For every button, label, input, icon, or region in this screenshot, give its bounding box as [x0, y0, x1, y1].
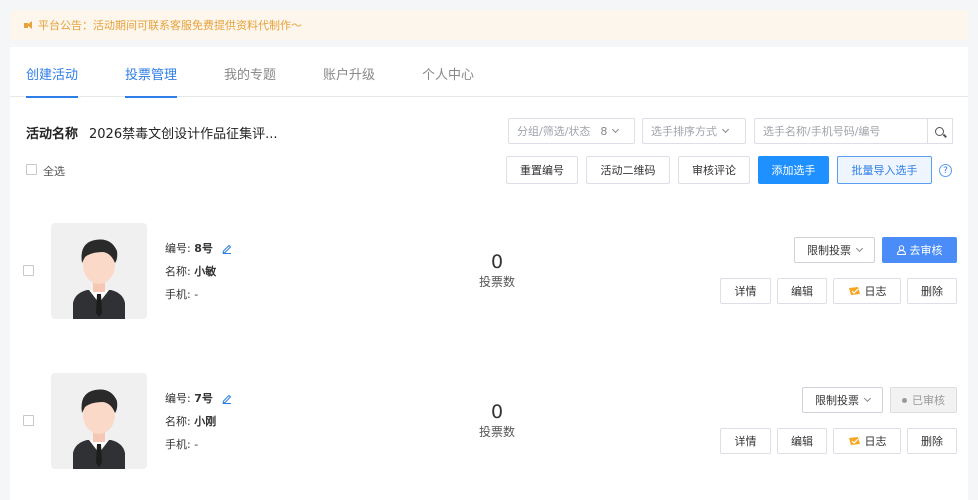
reset-number-button[interactable]: 重置编号	[506, 156, 578, 184]
search-input[interactable]: 选手名称/手机号码/编号	[754, 118, 928, 144]
limit-vote-dropdown[interactable]: 限制投票	[794, 237, 875, 263]
go-review-button[interactable]: 去审核	[882, 237, 957, 263]
player-info: 编号: 8号 名称: 小敏 手机: -	[165, 240, 232, 309]
tab-vote-management[interactable]: 投票管理	[125, 64, 178, 98]
sort-select[interactable]: 选手排序方式	[642, 118, 746, 144]
phone-label: 手机:	[165, 438, 191, 451]
player-number: 7号	[194, 392, 213, 405]
number-label: 编号:	[165, 242, 191, 255]
edit-pencil-icon[interactable]	[222, 244, 232, 254]
player-name: 小敏	[194, 265, 217, 278]
detail-button[interactable]: 详情	[720, 278, 771, 304]
edit-button[interactable]: 编辑	[777, 278, 827, 304]
log-label: 日志	[864, 285, 887, 298]
tab-personal-center[interactable]: 个人中心	[422, 64, 474, 97]
vote-count: 0 投票数	[457, 251, 537, 290]
group-filter-count: 8	[600, 124, 608, 138]
delete-button[interactable]: 删除	[907, 428, 957, 454]
help-icon[interactable]: ?	[939, 164, 952, 177]
player-checkbox[interactable]	[23, 265, 34, 276]
log-icon	[848, 287, 860, 295]
name-label: 名称:	[165, 265, 191, 278]
phone-label: 手机:	[165, 288, 191, 301]
avatar	[51, 373, 147, 469]
log-button[interactable]: 日志	[833, 278, 901, 304]
search-icon	[935, 126, 944, 136]
limit-vote-dropdown[interactable]: 限制投票	[802, 387, 883, 413]
detail-button[interactable]: 详情	[720, 428, 771, 454]
review-comments-button[interactable]: 审核评论	[678, 156, 750, 184]
announcement-text: 平台公告：活动期间可联系客服免费提供资料代制作～	[38, 19, 302, 32]
log-button[interactable]: 日志	[833, 428, 901, 454]
name-label: 名称:	[165, 415, 191, 428]
sort-label: 选手排序方式	[651, 125, 717, 138]
player-number: 8号	[194, 242, 213, 255]
chevron-down-icon	[863, 394, 872, 403]
chevron-down-icon	[612, 125, 620, 134]
limit-vote-label: 限制投票	[815, 394, 859, 407]
group-filter-select[interactable]: 分组/筛选/状态 8	[508, 118, 635, 144]
tab-bar: 创建活动 投票管理 我的专题 账户升级 个人中心	[10, 47, 968, 98]
speaker-icon	[24, 20, 34, 30]
announcement-bar: 平台公告：活动期间可联系客服免费提供资料代制作～	[10, 10, 968, 40]
activity-name-label: 活动名称	[26, 127, 79, 142]
group-filter-label: 分组/筛选/状态	[517, 125, 591, 138]
delete-button[interactable]: 删除	[907, 278, 957, 304]
review-label: 已审核	[912, 394, 945, 407]
player-checkbox[interactable]	[23, 415, 34, 426]
player-phone: -	[194, 288, 199, 301]
chevron-down-icon	[721, 125, 730, 134]
tab-create-activity[interactable]: 创建活动	[26, 64, 79, 98]
select-all-label: 全选	[43, 165, 65, 178]
status-dot-icon	[902, 397, 907, 403]
main-panel: 创建活动 投票管理 我的专题 账户升级 个人中心 活动名称 2026禁毒文创设计…	[10, 47, 968, 500]
select-all-checkbox[interactable]	[26, 164, 37, 175]
player-name: 小刚	[194, 415, 217, 428]
reviewed-badge: 已审核	[890, 387, 957, 413]
player-card: 编号: 8号 名称: 小敏 手机: - 0 投票数 限制投票 去审核 详情 编辑…	[10, 223, 968, 323]
edit-pencil-icon[interactable]	[222, 394, 232, 404]
tab-my-topics[interactable]: 我的专题	[224, 64, 276, 97]
number-label: 编号:	[165, 392, 191, 405]
log-label: 日志	[864, 435, 887, 448]
log-icon	[848, 437, 860, 445]
batch-import-button[interactable]: 批量导入选手	[837, 156, 932, 184]
tab-account-upgrade[interactable]: 账户升级	[323, 64, 375, 97]
search-placeholder: 选手名称/手机号码/编号	[763, 125, 881, 138]
user-icon	[896, 245, 906, 255]
edit-button[interactable]: 编辑	[777, 428, 827, 454]
vote-count: 0 投票数	[457, 401, 537, 440]
vote-number: 0	[490, 251, 504, 273]
activity-qrcode-button[interactable]: 活动二维码	[586, 156, 670, 184]
male-avatar-icon	[73, 389, 125, 469]
player-phone: -	[194, 438, 199, 451]
vote-number: 0	[490, 401, 504, 423]
vote-label: 投票数	[478, 425, 515, 439]
avatar	[51, 223, 147, 319]
chevron-down-icon	[855, 244, 864, 253]
activity-name: 2026禁毒文创设计作品征集评...	[89, 127, 278, 142]
search-button[interactable]	[927, 118, 953, 144]
player-info: 编号: 7号 名称: 小刚 手机: -	[165, 390, 232, 459]
vote-label: 投票数	[478, 275, 515, 289]
review-label: 去审核	[909, 244, 943, 257]
add-player-button[interactable]: 添加选手	[758, 156, 829, 184]
player-card: 编号: 7号 名称: 小刚 手机: - 0 投票数 限制投票 已审核 详情 编辑…	[10, 373, 968, 473]
limit-vote-label: 限制投票	[807, 244, 851, 257]
male-avatar-icon	[73, 239, 125, 319]
